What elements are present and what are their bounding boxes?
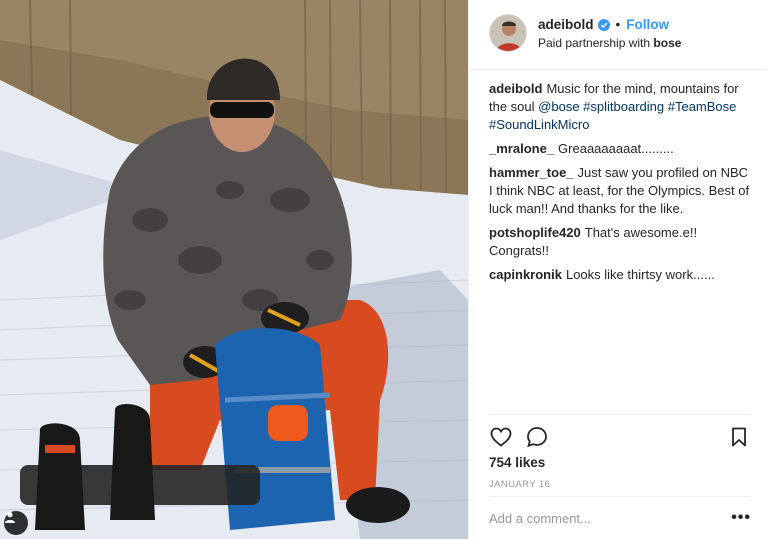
avatar[interactable] (489, 14, 527, 52)
comment-author[interactable]: _mralone_ (489, 141, 554, 156)
photo-scene (0, 0, 468, 539)
action-bar (489, 414, 751, 454)
comment-text: Looks like thirtsy work...... (565, 267, 715, 282)
heart-icon[interactable] (489, 425, 513, 449)
paid-partnership-label: Paid partnership with bose (538, 36, 681, 50)
partner-link[interactable]: bose (653, 36, 681, 50)
comment-input[interactable] (489, 510, 709, 526)
comments-list: adeibold Music for the mind, mountains fo… (489, 80, 754, 290)
comment-text: Greaaaaaaaat......... (558, 141, 674, 156)
comment-author[interactable]: hammer_toe_ (489, 165, 574, 180)
paid-partnership-prefix: Paid partnership with (538, 36, 651, 50)
post-date[interactable]: JANUARY 16 (489, 479, 550, 490)
caption: adeibold Music for the mind, mountains fo… (489, 80, 754, 134)
header-username[interactable]: adeibold (538, 17, 594, 32)
bookmark-icon[interactable] (727, 425, 751, 449)
comment-author[interactable]: potshoplife420 (489, 225, 581, 240)
post-sidebar: adeibold • Follow Paid partnership with … (468, 0, 767, 539)
verified-badge-icon (597, 18, 610, 31)
likes-count[interactable]: 754 likes (489, 455, 545, 470)
post-photo[interactable] (0, 0, 468, 539)
caption-author[interactable]: adeibold (489, 81, 542, 96)
more-options-icon[interactable]: ••• (731, 509, 751, 527)
add-comment-bar: ••• (489, 496, 751, 539)
list-item: hammer_toe_ Just saw you profiled on NBC … (489, 164, 754, 218)
comment-author[interactable]: capinkronik (489, 267, 562, 282)
list-item: capinkronik Looks like thirtsy work...... (489, 266, 754, 284)
comment-bubble-icon[interactable] (525, 425, 549, 449)
follow-button[interactable]: Follow (626, 17, 669, 32)
list-item: potshoplife420 That's awesome.e!! Congrat… (489, 224, 754, 260)
header-separator: • (615, 17, 621, 32)
person-icon[interactable] (4, 511, 28, 535)
post-header: adeibold • Follow Paid partnership with … (469, 0, 767, 70)
list-item: _mralone_ Greaaaaaaaat......... (489, 140, 754, 158)
